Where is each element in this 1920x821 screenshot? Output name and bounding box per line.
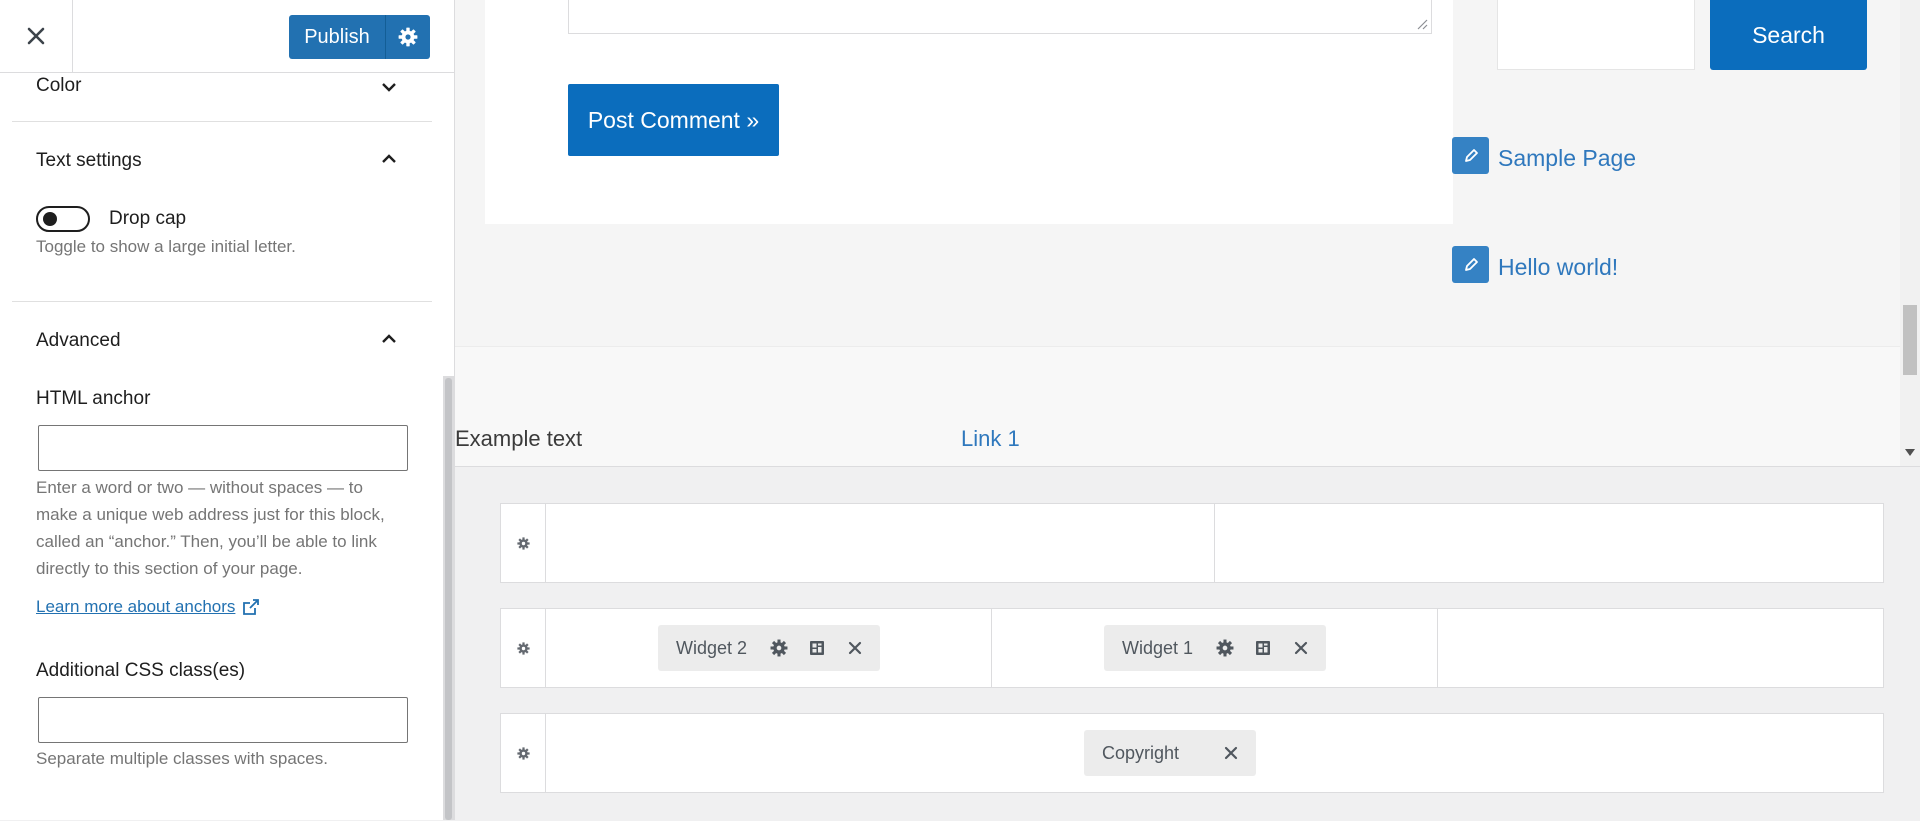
layout-icon <box>1255 640 1271 656</box>
builder-row-main: Widget 2 Widget 1 <box>500 608 1884 688</box>
preview-scrollbar-thumb[interactable] <box>1903 305 1917 375</box>
html-anchor-label: HTML anchor <box>36 388 151 409</box>
panel-title-color[interactable]: Color <box>36 75 81 97</box>
chevron-up-icon[interactable] <box>380 330 398 348</box>
preview-scrollbar-track[interactable] <box>1900 0 1920 466</box>
row-settings-button[interactable] <box>501 504 546 582</box>
widget-label: Widget 1 <box>1122 637 1194 658</box>
resize-handle-icon[interactable] <box>1416 18 1428 30</box>
layout-icon <box>809 640 825 656</box>
panel-divider <box>12 301 432 302</box>
gear-icon <box>516 536 530 550</box>
css-classes-input[interactable] <box>38 697 408 743</box>
panel-title-text-settings[interactable]: Text settings <box>36 150 142 172</box>
close-icon <box>1224 746 1238 760</box>
widget-remove-button[interactable] <box>1212 730 1250 776</box>
widget-layout-button[interactable] <box>798 625 836 671</box>
edit-shortcut-button[interactable] <box>1452 137 1489 174</box>
post-comment-button[interactable]: Post Comment » <box>568 84 779 156</box>
search-input[interactable] <box>1497 0 1695 70</box>
scroll-down-arrow-icon[interactable] <box>1905 449 1915 457</box>
close-icon <box>27 27 45 45</box>
builder-row-top <box>500 503 1884 583</box>
pencil-icon <box>1462 147 1480 165</box>
widget-chip-copyright[interactable]: Copyright <box>1084 730 1256 776</box>
search-button[interactable]: Search <box>1710 0 1867 70</box>
sidebar-link-hello-world[interactable]: Hello world! <box>1498 254 1618 281</box>
gear-icon <box>398 27 418 47</box>
learn-more-anchors-link[interactable]: Learn more about anchors <box>36 597 235 617</box>
preview-footer <box>455 346 1900 466</box>
footer-link-1[interactable]: Link 1 <box>961 426 1020 452</box>
customizer-sidebar: Publish Color Text settings Drop cap Tog… <box>0 0 455 820</box>
builder-column[interactable] <box>1215 504 1883 582</box>
drop-cap-help: Toggle to show a large initial letter. <box>36 237 296 256</box>
chevron-down-icon[interactable] <box>380 78 398 96</box>
publish-settings-button[interactable] <box>386 15 430 59</box>
sidebar-link-sample-page[interactable]: Sample Page <box>1498 145 1636 172</box>
pencil-icon <box>1462 256 1480 274</box>
widget-settings-button[interactable] <box>760 625 798 671</box>
gear-icon <box>516 641 530 655</box>
footer-example-text: Example text <box>455 426 583 451</box>
builder-column[interactable] <box>545 504 1215 582</box>
css-classes-label: Additional CSS class(es) <box>36 660 246 681</box>
comment-form-card: Post Comment » <box>485 0 1453 224</box>
widget-label: Widget 2 <box>676 637 748 658</box>
widget-remove-button[interactable] <box>836 625 874 671</box>
css-classes-help: Separate multiple classes with spaces. <box>36 749 328 768</box>
panel-divider <box>12 121 432 122</box>
edit-shortcut-button[interactable] <box>1452 246 1489 283</box>
html-anchor-input[interactable] <box>38 425 408 471</box>
publish-button-group: Publish <box>289 15 430 59</box>
help-line: Enter a word or two — without spaces — t… <box>36 478 363 497</box>
panel-title-advanced[interactable]: Advanced <box>36 330 121 352</box>
gear-icon <box>516 746 530 760</box>
sidebar-scrollbar-thumb[interactable] <box>445 378 452 820</box>
gear-icon <box>1216 639 1234 657</box>
footer-builder: Widget 2 Widget 1 Copyright <box>455 466 1920 821</box>
widget-layout-button[interactable] <box>1244 625 1282 671</box>
widget-remove-button[interactable] <box>1282 625 1320 671</box>
builder-row-bottom: Copyright <box>500 713 1884 793</box>
help-line: directly to this section of your page. <box>36 559 303 578</box>
widget-chip-widget-1[interactable]: Widget 1 <box>1104 625 1326 671</box>
builder-column[interactable] <box>1438 609 1883 687</box>
widget-chip-widget-2[interactable]: Widget 2 <box>658 625 880 671</box>
external-link-icon <box>242 598 260 616</box>
gear-icon <box>770 639 788 657</box>
help-line: make a unique web address just for this … <box>36 505 385 524</box>
publish-button[interactable]: Publish <box>289 15 386 59</box>
help-line: called an “anchor.” Then, you’ll be able… <box>36 532 377 551</box>
drop-cap-toggle[interactable] <box>36 206 90 232</box>
customizer-header: Publish <box>0 0 454 73</box>
site-preview: Post Comment » Search Sample Page Hello … <box>455 0 1920 466</box>
chevron-up-icon[interactable] <box>380 150 398 168</box>
widget-settings-button[interactable] <box>1206 625 1244 671</box>
close-icon <box>848 641 862 655</box>
drop-cap-label: Drop cap <box>109 208 187 229</box>
row-settings-button[interactable] <box>501 714 546 792</box>
learn-more-anchors: Learn more about anchors <box>36 597 260 617</box>
close-customizer-button[interactable] <box>0 0 73 72</box>
close-icon <box>1294 641 1308 655</box>
widget-label: Copyright <box>1102 742 1180 763</box>
comment-textarea[interactable] <box>568 0 1432 34</box>
row-settings-button[interactable] <box>501 609 546 687</box>
html-anchor-help: Enter a word or two — without spaces — t… <box>36 474 436 582</box>
